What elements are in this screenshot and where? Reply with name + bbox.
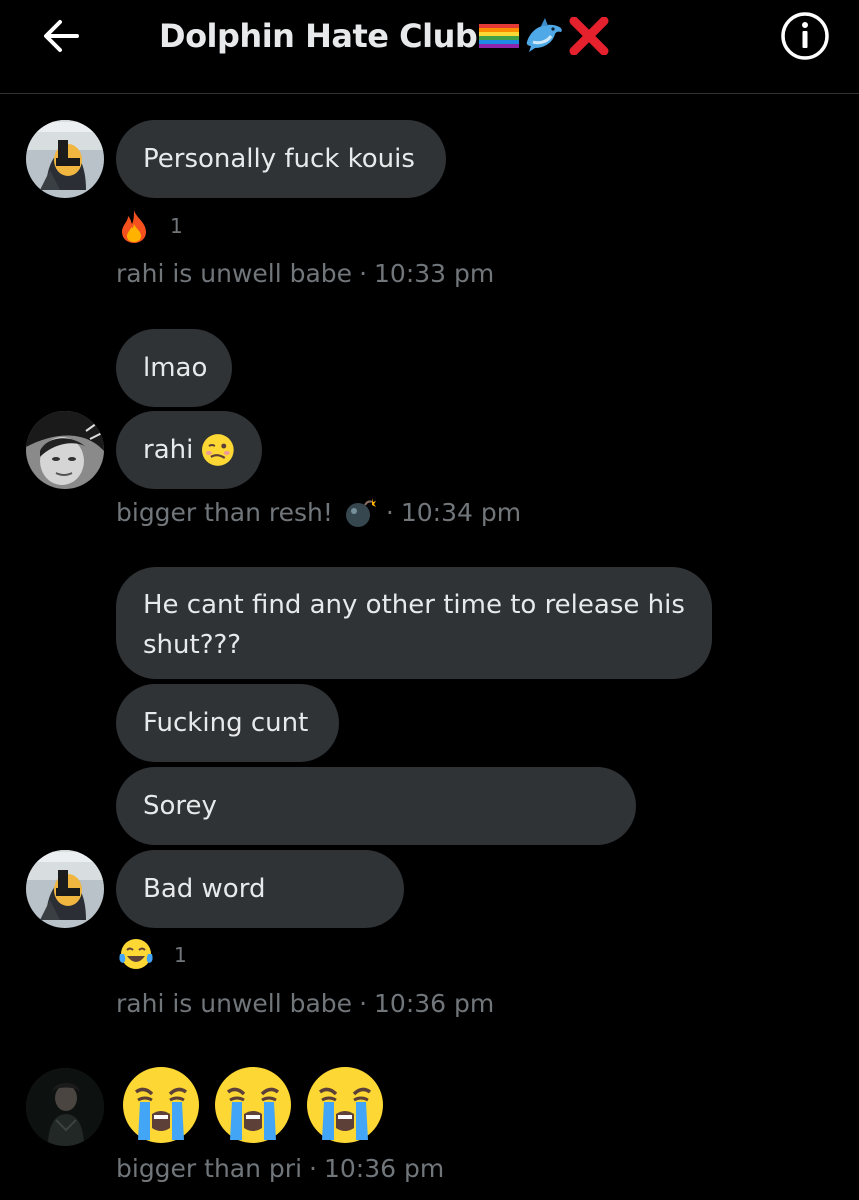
sender-name[interactable]: bigger than pri [116, 1154, 302, 1183]
message-bubble[interactable]: rahi [116, 411, 262, 489]
sender-name[interactable]: rahi is unwell babe [116, 989, 352, 1018]
back-button[interactable] [36, 14, 84, 58]
reaction-count: 1 [170, 214, 183, 238]
meta-separator: · [359, 988, 368, 1018]
avatar-image-portrait [26, 411, 104, 489]
reaction-count: 1 [174, 943, 187, 967]
dolphin-icon [526, 18, 563, 52]
avatar-image-racer [26, 850, 104, 928]
message-bubble[interactable]: Bad word [116, 850, 404, 928]
fire-icon [122, 210, 146, 243]
sender-name[interactable]: rahi is unwell babe [116, 259, 352, 288]
message-meta: rahi is unwell babe · 10:33 pm [116, 256, 494, 290]
bomb-icon [345, 498, 376, 527]
meta-separator: · [309, 1153, 317, 1183]
message-timestamp: 10:33 pm [374, 258, 495, 288]
loudly-crying-face-icon [215, 1067, 291, 1143]
rainbow-flag-icon [479, 24, 520, 48]
avatar[interactable] [26, 120, 104, 198]
message-text: Sorey [143, 791, 217, 821]
conversation-title-text: Dolphin Hate Club [159, 17, 478, 55]
arrow-left-icon [44, 20, 79, 52]
red-x-icon [569, 17, 609, 55]
conversation-title[interactable]: Dolphin Hate Club [159, 14, 609, 58]
meta-separator: · [385, 497, 394, 527]
woozy-face-icon [202, 434, 235, 466]
loudly-crying-face-icon [307, 1067, 383, 1143]
message-text: He cant find any other time to release h… [143, 590, 685, 660]
message-text: rahi [143, 435, 194, 465]
message-reaction[interactable]: 1 [118, 206, 183, 246]
avatar[interactable] [26, 411, 104, 489]
meta-separator: · [359, 258, 368, 288]
message-meta: bigger than pri · 10:36 pm [116, 1151, 444, 1185]
avatar[interactable] [26, 1068, 104, 1146]
conversation-info-button[interactable] [780, 11, 830, 61]
loudly-crying-face-icon [123, 1067, 199, 1143]
avatar-image-dark-portrait [26, 1068, 104, 1146]
message-reaction[interactable]: 1 [118, 935, 187, 975]
conversation-header: Dolphin Hate Club [0, 0, 859, 94]
avatar-image-racer [26, 120, 104, 198]
emoji-message[interactable] [120, 1064, 386, 1146]
message-timestamp: 10:36 pm [323, 1153, 445, 1183]
avatar[interactable] [26, 850, 104, 928]
sender-name[interactable]: bigger than resh! [116, 498, 333, 527]
message-text: Bad word [143, 874, 266, 904]
message-text: lmao [143, 353, 208, 383]
message-bubble[interactable]: Fucking cunt [116, 684, 339, 762]
message-bubble[interactable]: Sorey [116, 767, 636, 845]
message-bubble[interactable]: He cant find any other time to release h… [116, 567, 712, 679]
tears-of-joy-icon [119, 939, 153, 969]
message-text: Fucking cunt [143, 708, 309, 738]
message-timestamp: 10:36 pm [374, 988, 495, 1018]
message-text: Personally fuck kouis [143, 144, 415, 174]
info-icon [781, 12, 829, 60]
message-timestamp: 10:34 pm [400, 497, 522, 527]
message-bubble[interactable]: lmao [116, 329, 232, 407]
message-meta: bigger than resh! · 10:34 pm [116, 495, 521, 529]
message-bubble[interactable]: Personally fuck kouis [116, 120, 446, 198]
message-meta: rahi is unwell babe · 10:36 pm [116, 986, 494, 1020]
